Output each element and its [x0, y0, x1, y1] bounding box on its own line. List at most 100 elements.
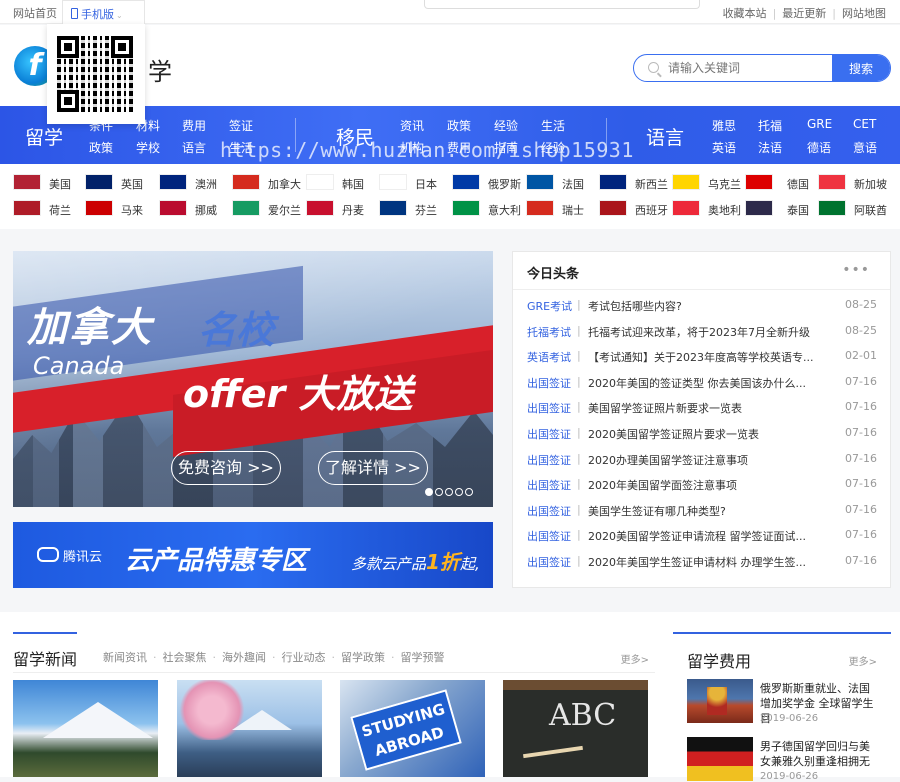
headline-title[interactable]: 考试包括哪些内容?: [588, 298, 820, 314]
headline-category[interactable]: 出国签证: [527, 477, 571, 493]
flag-label: 德国: [787, 178, 809, 191]
cloud-ad-banner[interactable]: 腾讯云 云产品特惠专区 多款云产品1折起,: [13, 522, 493, 588]
more-dots-icon[interactable]: •••: [842, 263, 870, 277]
carousel-dot[interactable]: [445, 488, 453, 496]
nav-link[interactable]: 学校: [136, 139, 160, 156]
flag-icon: [306, 200, 334, 216]
learn-more-button[interactable]: 了解详情 >>: [318, 451, 428, 485]
phone-icon: [71, 8, 78, 19]
news-thumb-fuji[interactable]: [177, 680, 322, 777]
headline-row[interactable]: 托福考试 | 托福考试迎来改革，将于2023年7月全新升级 08-25: [527, 324, 877, 342]
headline-category[interactable]: 出国签证: [527, 426, 571, 442]
headline-category[interactable]: 出国签证: [527, 554, 571, 570]
today-headlines: 今日头条 ••• GRE考试 | 考试包括哪些内容? 08-25 托福考试 | 托福考试迎来…: [512, 251, 891, 588]
news-tab[interactable]: 留学政策: [341, 651, 385, 664]
headline-date: 08-25: [845, 298, 877, 311]
news-thumb-mountain[interactable]: [13, 680, 158, 777]
nav-link[interactable]: CET: [853, 117, 876, 131]
headline-row[interactable]: 出国签证 | 美国留学签证照片新要求一览表 07-16: [527, 400, 877, 418]
headline-category[interactable]: GRE考试: [527, 298, 572, 314]
free-consult-button[interactable]: 免费咨询 >>: [171, 451, 281, 485]
nav-link[interactable]: 政策: [447, 117, 471, 134]
headline-category[interactable]: 出国签证: [527, 452, 571, 468]
nav-link[interactable]: 费用: [182, 117, 206, 134]
news-tab[interactable]: 海外趣闻: [222, 651, 266, 664]
nav-link[interactable]: GRE: [807, 117, 832, 131]
mobile-version-tab[interactable]: 手机版 ⌄: [62, 0, 145, 24]
headline-title[interactable]: 美国学生签证有哪几种类型?: [588, 503, 820, 519]
nav-link[interactable]: 语言: [182, 139, 206, 156]
nav-link[interactable]: 签证: [229, 117, 253, 134]
headline-category[interactable]: 出国签证: [527, 400, 571, 416]
news-more-link[interactable]: 更多>: [621, 651, 649, 666]
flag-icon: [599, 174, 627, 190]
nav-link[interactable]: 法语: [758, 139, 782, 156]
headline-row[interactable]: 英语考试 | 【考试通知】关于2023年度高等学校英语专... 02-01: [527, 349, 877, 367]
headline-category[interactable]: 出国签证: [527, 528, 571, 544]
headline-date: 07-16: [845, 477, 877, 491]
nav-link[interactable]: 托福: [758, 117, 782, 134]
news-thumb-abc[interactable]: ABC: [503, 680, 648, 777]
headline-title[interactable]: 美国留学签证照片新要求一览表: [588, 400, 820, 416]
headline-title[interactable]: 托福考试迎来改革，将于2023年7月全新升级: [588, 324, 820, 340]
headline-category[interactable]: 出国签证: [527, 375, 571, 391]
nav-link[interactable]: 资讯: [400, 117, 424, 134]
flag-icon: [672, 200, 700, 216]
search-input[interactable]: [668, 55, 828, 81]
headline-row[interactable]: GRE考试 | 考试包括哪些内容? 08-25: [527, 298, 877, 316]
carousel-dot[interactable]: [455, 488, 463, 496]
carousel-dot[interactable]: [425, 488, 433, 496]
news-thumb-studying[interactable]: STUDYING ABROAD: [340, 680, 485, 777]
flag-label: 澳洲: [195, 178, 217, 191]
headline-row[interactable]: 出国签证 | 2020年美国留学面签注意事项 07-16: [527, 477, 877, 495]
home-link[interactable]: 网站首页: [13, 5, 57, 21]
news-tab[interactable]: 新闻资讯: [103, 651, 147, 664]
carousel-dot[interactable]: [435, 488, 443, 496]
nav-link[interactable]: 经验: [494, 117, 518, 134]
nav-link[interactable]: 政策: [89, 139, 113, 156]
carousel-banner[interactable]: 加拿大 名校 Canada offer 大放送 免费咨询 >> 了解详情 >>: [13, 251, 493, 507]
flag-label: 美国: [49, 178, 71, 191]
news-tab[interactable]: 社会聚焦: [163, 651, 207, 664]
flag-label: 阿联酋: [854, 204, 887, 217]
fee-more-link[interactable]: 更多>: [849, 653, 877, 668]
study-fees: 留学费用 更多> 俄罗斯斯重就业、法国增加奖学金 全球留学生目 2019-06-…: [673, 632, 891, 782]
nav-link[interactable]: 雅思: [712, 117, 736, 134]
search-button[interactable]: 搜索: [832, 55, 890, 81]
headline-date: 07-16: [845, 554, 877, 567]
headline-title[interactable]: 【考试通知】关于2023年度高等学校英语专...: [588, 349, 820, 365]
fee-thumb-germany: [687, 737, 753, 781]
bookmark-link[interactable]: 收藏本站: [723, 7, 767, 20]
nav-link[interactable]: 英语: [712, 139, 736, 156]
nav-link[interactable]: 意语: [853, 139, 877, 156]
headline-row[interactable]: 出国签证 | 2020办理美国留学签证注意事项 07-16: [527, 452, 877, 470]
headline-title[interactable]: 2020美国留学签证申请流程 留学签证面试...: [588, 528, 820, 544]
sitemap-link[interactable]: 网站地图: [842, 7, 886, 20]
news-tab[interactable]: 行业动态: [282, 651, 326, 664]
mobile-version-label: 手机版: [81, 8, 114, 21]
nav-link[interactable]: 德语: [807, 139, 831, 156]
tab-separator: ·: [212, 651, 217, 664]
headline-title[interactable]: 2020年美国留学面签注意事项: [588, 477, 820, 493]
headline-category[interactable]: 出国签证: [527, 503, 571, 519]
headline-category[interactable]: 托福考试: [527, 324, 571, 340]
nav-study-abroad[interactable]: 留学: [25, 123, 63, 150]
headline-row[interactable]: 出国签证 | 2020年美国学生签证申请材料 办理学生签... 07-16: [527, 554, 877, 572]
headline-row[interactable]: 出国签证 | 2020美国留学签证申请流程 留学签证面试... 07-16: [527, 528, 877, 546]
flag-icon: [159, 174, 187, 190]
nav-language[interactable]: 语言: [646, 123, 684, 150]
news-tab[interactable]: 留学预警: [401, 651, 445, 664]
headline-title[interactable]: 2020年美国学生签证申请材料 办理学生签...: [588, 554, 820, 570]
headline-title[interactable]: 2020年美国的签证类型 你去美国该办什么...: [588, 375, 820, 391]
headline-date: 07-16: [845, 528, 877, 542]
nav-link[interactable]: 生活: [541, 117, 565, 134]
headline-row[interactable]: 出国签证 | 2020美国留学签证照片要求一览表 07-16: [527, 426, 877, 444]
headline-row[interactable]: 出国签证 | 美国学生签证有哪几种类型? 07-16: [527, 503, 877, 521]
flag-icon: [452, 174, 480, 190]
carousel-dot[interactable]: [465, 488, 473, 496]
headline-title[interactable]: 2020美国留学签证照片要求一览表: [588, 426, 820, 442]
recent-updates-link[interactable]: 最近更新: [782, 7, 826, 20]
headline-row[interactable]: 出国签证 | 2020年美国的签证类型 你去美国该办什么... 07-16: [527, 375, 877, 393]
headline-category[interactable]: 英语考试: [527, 349, 571, 365]
headline-title[interactable]: 2020办理美国留学签证注意事项: [588, 452, 820, 468]
